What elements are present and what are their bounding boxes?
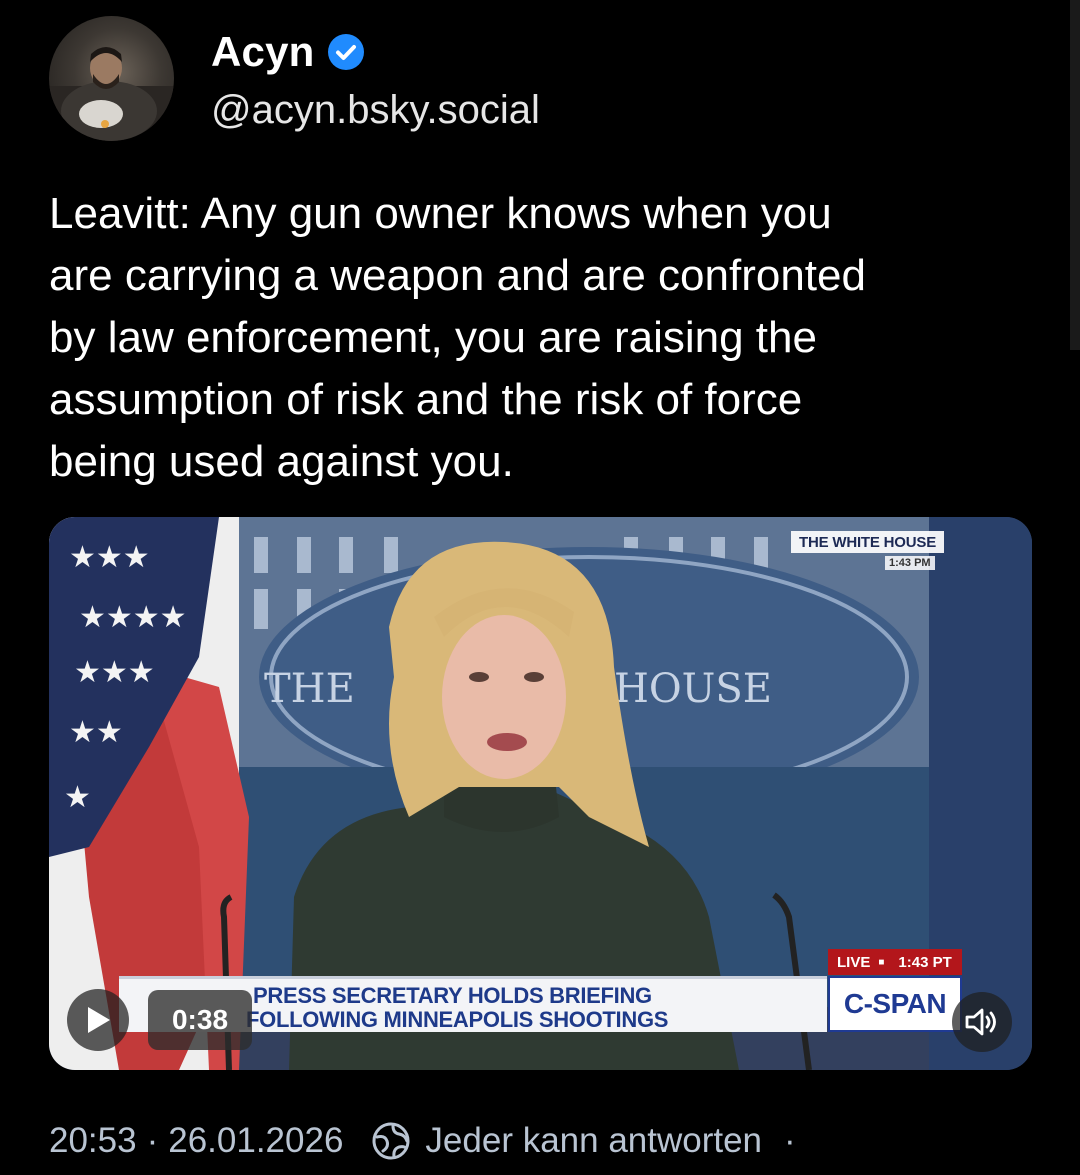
chyron-line-1: PRESS SECRETARY HOLDS BRIEFING xyxy=(253,983,652,1008)
live-indicator: LIVE ■ 1:43 PT xyxy=(828,949,962,975)
channel-logo: C-SPAN xyxy=(828,976,962,1032)
live-time: 1:43 PT xyxy=(898,953,952,971)
svg-text:★: ★ xyxy=(64,780,91,815)
post-time: 20:53 xyxy=(49,1121,137,1160)
scrollbar[interactable] xyxy=(1070,0,1080,350)
reply-setting[interactable]: Jeder kann antworten xyxy=(425,1121,762,1161)
author-avatar[interactable] xyxy=(49,16,174,141)
author-name[interactable]: Acyn xyxy=(211,28,365,76)
mute-button[interactable] xyxy=(952,992,1012,1052)
verified-badge-icon xyxy=(327,33,365,71)
network-badge: THE WHITE HOUSE xyxy=(791,531,945,553)
backdrop-text-left: THE xyxy=(264,666,355,712)
speaker-icon xyxy=(965,1008,996,1036)
author-handle[interactable]: @acyn.bsky.social xyxy=(211,88,540,133)
post-text: Leavitt: Any gun owner knows when you ar… xyxy=(49,189,866,486)
network-time: 1:43 PM xyxy=(885,556,935,570)
video-duration: 0:38 xyxy=(148,990,252,1050)
svg-text:★★★: ★★★ xyxy=(74,655,155,690)
chyron-line-2: FOLLOWING MINNEAPOLIS SHOOTINGS xyxy=(246,1007,669,1032)
post: Acyn @acyn.bsky.social Leavitt: Any gun … xyxy=(0,0,1080,1175)
live-dot-icon: ■ xyxy=(878,956,885,968)
play-icon xyxy=(88,1007,110,1033)
svg-text:★★★: ★★★ xyxy=(69,540,150,575)
globe-icon[interactable] xyxy=(371,1121,411,1161)
meta-trail: · xyxy=(784,1121,796,1160)
meta-separator: · xyxy=(146,1121,159,1160)
play-button[interactable] xyxy=(67,989,129,1051)
post-date: 26.01.2026 xyxy=(168,1121,344,1160)
author-name-text[interactable]: Acyn xyxy=(211,28,315,76)
video-player[interactable]: ★★★ ★★★★ ★★★ ★★ ★ THE HOUSE THE WHITE HOUSE… xyxy=(49,517,1032,1070)
live-label: LIVE xyxy=(837,953,871,971)
post-meta: 20:53 · 26.01.2026 Jeder kann antworten … xyxy=(49,1121,796,1161)
svg-text:★★: ★★ xyxy=(69,715,123,750)
backdrop-text-right: HOUSE xyxy=(614,666,772,712)
svg-text:★★★★: ★★★★ xyxy=(79,600,187,635)
